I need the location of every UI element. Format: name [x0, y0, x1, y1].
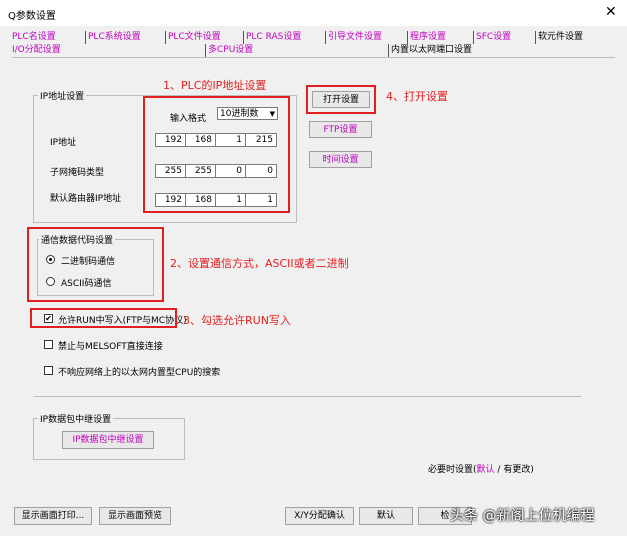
- preview-screen-button[interactable]: 显示画面预览: [99, 507, 171, 525]
- tab-plc-file[interactable]: PLC文件设置: [165, 31, 221, 44]
- tab-device[interactable]: 软元件设置: [535, 31, 583, 44]
- relay-title: IP数据包中继设置: [38, 412, 114, 425]
- tab-sfc[interactable]: SFC设置: [473, 31, 511, 44]
- required-note: 必要时设置(默认 / 有更改): [428, 465, 534, 475]
- highlight-ip-box: [143, 96, 290, 213]
- relay-settings-button[interactable]: IP数据包中继设置: [62, 431, 154, 449]
- tab-plc-name[interactable]: PLC名设置: [10, 31, 56, 44]
- divider: [34, 396, 581, 397]
- tab-multi-cpu[interactable]: 多CPU设置: [205, 44, 253, 57]
- annotation-1: 1、PLC的IP地址设置: [163, 79, 267, 92]
- tab-boot-file[interactable]: 引导文件设置: [325, 31, 382, 44]
- xy-confirm-button[interactable]: X/Y分配确认: [285, 507, 354, 525]
- gateway-label: 默认路由器IP地址: [50, 194, 122, 204]
- default-button[interactable]: 默认: [359, 507, 413, 525]
- annotation-2: 2、设置通信方式，ASCII或者二进制: [170, 257, 349, 270]
- print-screen-button[interactable]: 显示画面打印...: [14, 507, 92, 525]
- annotation-3: 3、勾选允许RUN写入: [183, 314, 291, 327]
- tab-plc-system[interactable]: PLC系统设置: [85, 31, 141, 44]
- highlight-open-settings: [306, 85, 376, 114]
- tab-io-assign[interactable]: I/O分配设置: [10, 44, 61, 57]
- close-icon[interactable]: ✕: [605, 4, 617, 20]
- tab-plc-ras[interactable]: PLC RAS设置: [243, 31, 301, 44]
- tab-ethernet-port[interactable]: 内置以太网端口设置: [388, 44, 472, 57]
- no-search-label: 不响应网络上的以太网内置型CPU的搜索: [58, 368, 221, 378]
- window-title: Q参数设置: [8, 11, 56, 22]
- title-bar: [0, 0, 627, 26]
- annotation-4: 4、打开设置: [386, 90, 448, 103]
- ftp-settings-button[interactable]: FTP设置: [309, 121, 372, 138]
- no-search-checkbox[interactable]: [44, 366, 53, 375]
- highlight-run-write: [30, 308, 177, 328]
- ip-settings-title: IP地址设置: [38, 89, 87, 102]
- no-melsoft-checkbox[interactable]: [44, 340, 53, 349]
- highlight-comm-code: [27, 227, 164, 302]
- tab-row-1: PLC名设置 PLC系统设置 PLC文件设置 PLC RAS设置 引导文件设置 …: [10, 31, 610, 44]
- no-melsoft-label: 禁止与MELSOFT直接连接: [58, 342, 163, 352]
- time-settings-button[interactable]: 时间设置: [309, 151, 372, 168]
- ip-address-label: IP地址: [50, 138, 77, 148]
- tab-program[interactable]: 程序设置: [407, 31, 446, 44]
- subnet-label: 子网掩码类型: [50, 168, 105, 178]
- changed-link[interactable]: 有更改: [503, 465, 530, 475]
- tab-row-2: I/O分配设置 多CPU设置 内置以太网端口设置: [10, 44, 610, 57]
- watermark: 头条 @新阁上位机编程: [450, 508, 595, 524]
- default-link[interactable]: 默认: [477, 465, 495, 475]
